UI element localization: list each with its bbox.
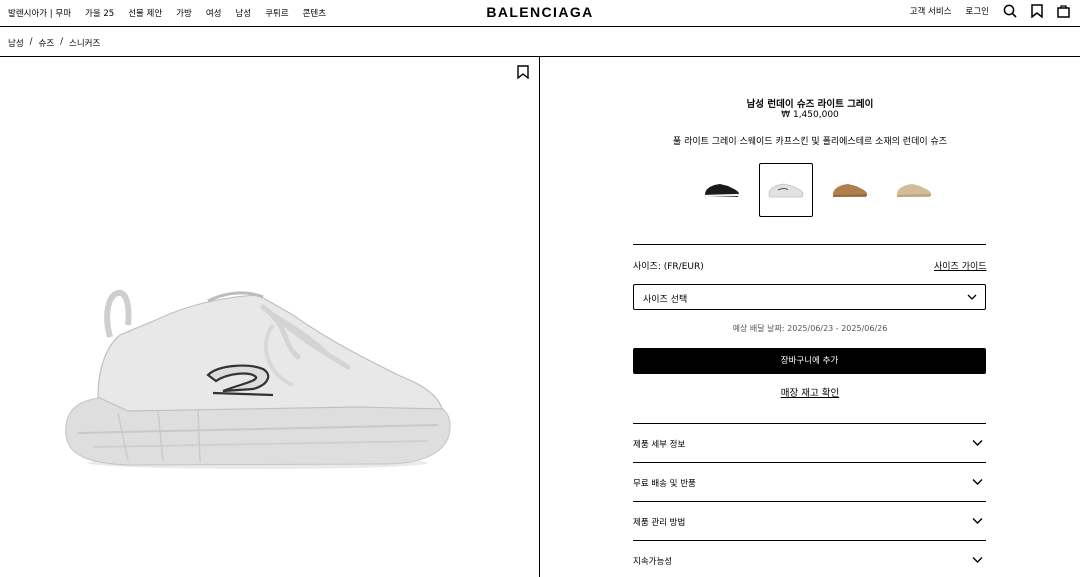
add-to-cart-button[interactable]: 장바구니에 추가 [633, 348, 986, 374]
breadcrumb-shoes[interactable]: 슈즈 [39, 37, 55, 49]
breadcrumb-sneakers[interactable]: 스니커즈 [69, 37, 100, 49]
nav-item-content[interactable]: 콘텐츠 [303, 7, 326, 19]
accordion-label: 무료 배송 및 반품 [633, 479, 696, 489]
nav-item-fall-25[interactable]: 가을 25 [85, 7, 114, 19]
accordion-shipping-returns[interactable]: 무료 배송 및 반품 [633, 463, 986, 502]
product-title: 남성 런데이 슈즈 라이트 그레이 [746, 99, 874, 110]
variant-thumbnail-black[interactable] [695, 163, 749, 217]
product-price: ₩ 1,450,000 [781, 110, 839, 120]
breadcrumb-separator: / [60, 37, 64, 47]
accordion-label: 지속가능성 [633, 557, 673, 567]
chevron-down-icon [972, 479, 983, 485]
accordion-product-details[interactable]: 제품 세부 정보 [633, 424, 986, 463]
size-select-dropdown[interactable]: 사이즈 선택 [633, 284, 986, 310]
chevron-down-icon [972, 557, 983, 563]
product-description: 풀 라이트 그레이 스웨이드 카프스킨 및 폴리에스테르 소재의 런데이 슈즈 [672, 137, 948, 147]
accordion-label: 제품 관리 방법 [633, 518, 686, 528]
wishlist-bookmark-icon[interactable] [517, 64, 529, 83]
chevron-down-icon [967, 294, 977, 300]
size-label: 사이즈: (FR/EUR) [633, 262, 704, 272]
size-guide-link[interactable]: 사이즈 가이드 [934, 259, 987, 272]
product-panel: 남성 런데이 슈즈 라이트 그레이 ₩ 1,450,000 풀 라이트 그레이 … [540, 57, 1080, 577]
chevron-down-icon [972, 440, 983, 446]
store-stock-link[interactable]: 매장 재고 확인 [540, 385, 1080, 399]
accordion-sustainability[interactable]: 지속가능성 [633, 541, 986, 577]
main-menu: 발렌시아가 | 무마 가을 25 선물 제안 가방 여성 남성 쿠튀르 콘텐츠 [8, 7, 326, 19]
utility-nav: 고객 서비스 로그인 [910, 4, 1070, 18]
cart-icon[interactable] [1057, 4, 1070, 18]
nav-item-women[interactable]: 여성 [206, 7, 222, 19]
delivery-estimate: 예상 배달 날짜: 2025/06/23 - 2025/06/26 [732, 324, 888, 333]
variant-thumbnail-light-gray[interactable] [759, 163, 813, 217]
search-icon[interactable] [1003, 4, 1017, 18]
login-link[interactable]: 로그인 [966, 5, 989, 17]
accordion-care[interactable]: 제품 관리 방법 [633, 502, 986, 541]
bookmark-icon[interactable] [1031, 4, 1043, 18]
color-variants [695, 163, 941, 217]
breadcrumb-men[interactable]: 남성 [8, 37, 24, 49]
nav-item-couture[interactable]: 쿠튀르 [265, 7, 288, 19]
variant-thumbnail-beige[interactable] [887, 163, 941, 217]
section-divider [633, 244, 986, 245]
breadcrumb-separator: / [29, 37, 33, 47]
nav-item-bags[interactable]: 가방 [176, 7, 192, 19]
breadcrumb: 남성 / 슈즈 / 스니커즈 [8, 37, 100, 49]
top-navigation: 발렌시아가 | 무마 가을 25 선물 제안 가방 여성 남성 쿠튀르 콘텐츠 … [0, 0, 1080, 27]
chevron-down-icon [972, 518, 983, 524]
product-image [58, 285, 458, 479]
size-select-placeholder: 사이즈 선택 [643, 295, 688, 305]
nav-item-gifts[interactable]: 선물 제안 [128, 7, 162, 19]
customer-service-link[interactable]: 고객 서비스 [910, 5, 952, 17]
nav-item-men[interactable]: 남성 [235, 7, 251, 19]
accordion-label: 제품 세부 정보 [633, 440, 686, 450]
nav-item-balenciaga-muma[interactable]: 발렌시아가 | 무마 [8, 7, 71, 19]
variant-thumbnail-tan[interactable] [823, 163, 877, 217]
